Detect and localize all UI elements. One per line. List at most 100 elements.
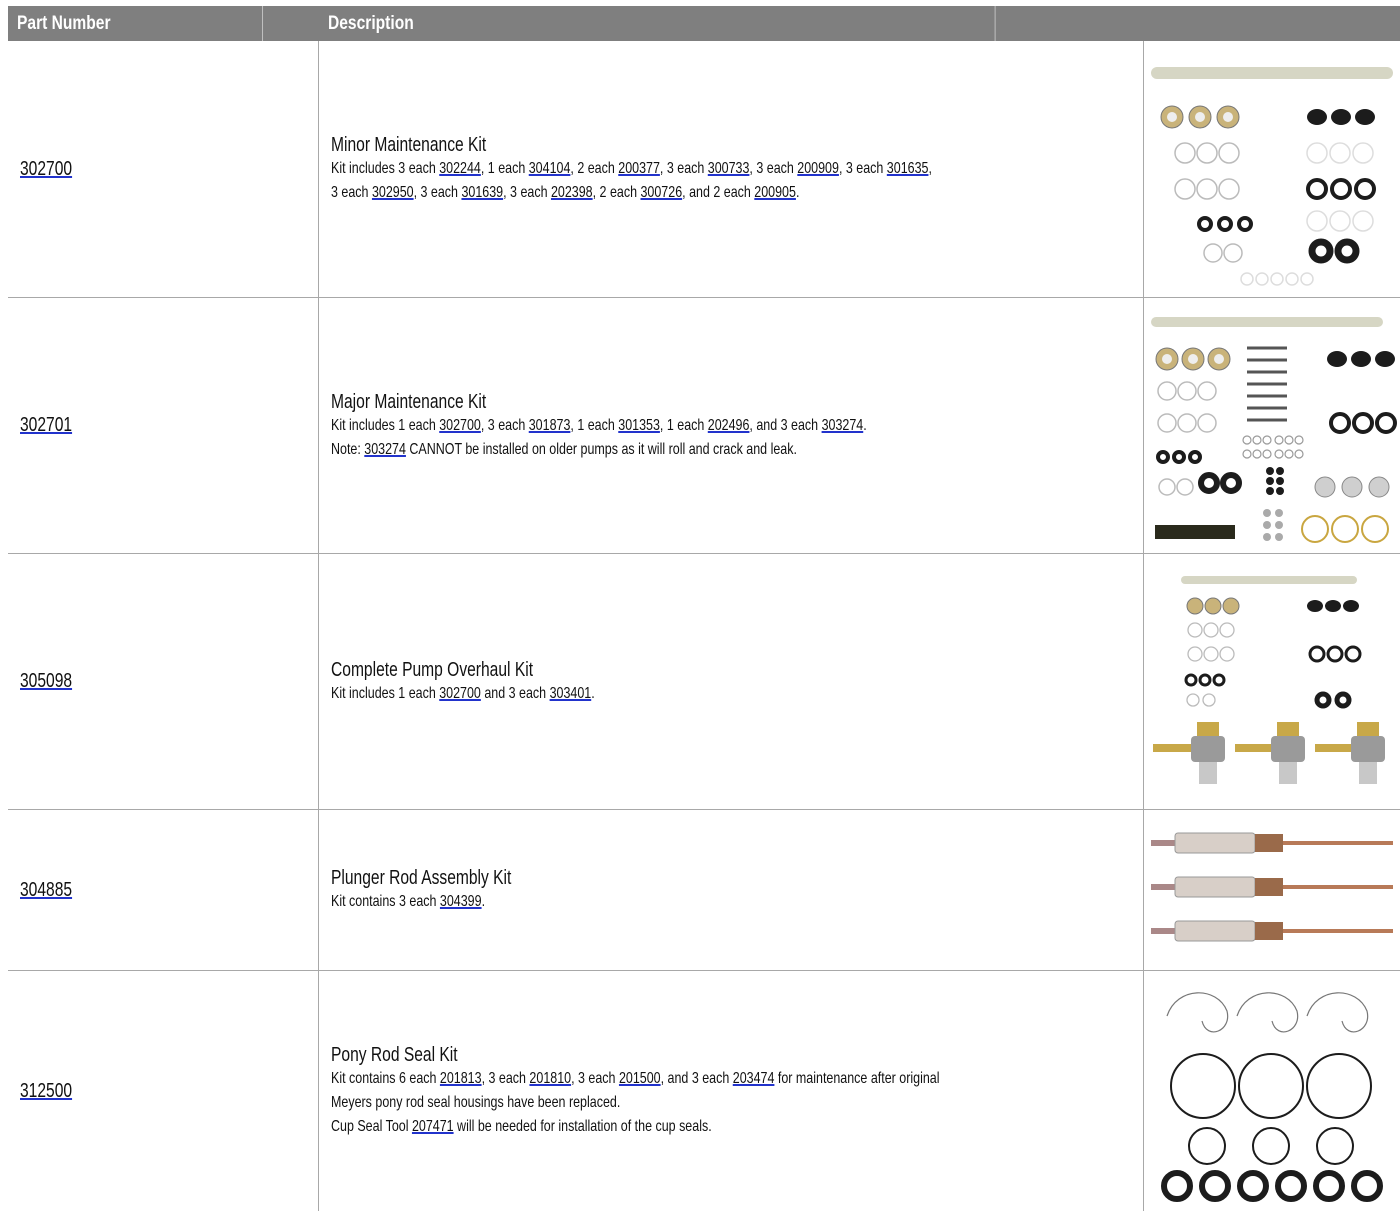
part-reference-link[interactable]: 200909 <box>797 160 839 177</box>
part-reference-link[interactable]: 303401 <box>550 685 592 702</box>
header-description: Description <box>319 6 996 41</box>
description-line: Meyers pony rod seal housings have been … <box>331 1091 964 1115</box>
description-text: 3 each <box>331 184 372 201</box>
part-reference-link[interactable]: 302244 <box>439 160 481 177</box>
kit-image-cell <box>1144 971 1400 1211</box>
description-text: , 3 each <box>659 160 708 177</box>
kit-image-cell <box>1144 298 1400 553</box>
part-reference-link[interactable]: 201813 <box>440 1070 482 1087</box>
description-lines: Kit includes 1 each 302700, 3 each 30187… <box>331 414 964 462</box>
description-lines: Kit includes 1 each 302700 and 3 each 30… <box>331 682 964 706</box>
plunger-rod-image <box>1151 832 1393 942</box>
part-reference-link[interactable]: 301353 <box>618 417 660 434</box>
description-line: Kit includes 1 each 302700 and 3 each 30… <box>331 682 964 706</box>
description-text: CANNOT be installed on older pumps as it… <box>405 440 797 458</box>
description: Complete Pump Overhaul Kit Kit includes … <box>331 658 964 706</box>
description-line: 3 each 302950, 3 each 301639, 3 each 202… <box>331 181 964 205</box>
valve-parts <box>1153 721 1385 784</box>
description-text: Cup Seal Tool <box>331 1118 412 1135</box>
part-reference-link[interactable]: 203474 <box>733 1070 775 1087</box>
description-text: , and 2 each <box>682 184 755 201</box>
description-text: , 2 each <box>570 160 619 177</box>
description-text: and 3 each <box>480 684 550 702</box>
description-text: , 3 each <box>571 1070 619 1087</box>
table-row: 312500 Pony Rod Seal Kit Kit contains 6 … <box>8 971 1400 1211</box>
part-reference-link[interactable]: 201500 <box>619 1070 661 1087</box>
o-ring-kit-image <box>1151 67 1393 286</box>
part-reference-link[interactable]: 207471 <box>412 1118 454 1135</box>
description-text: , 3 each <box>413 184 462 201</box>
part-reference-link[interactable]: 301873 <box>529 417 571 434</box>
part-reference-link[interactable]: 302700 <box>439 417 481 434</box>
part-reference-link[interactable]: 304104 <box>529 160 571 177</box>
part-reference-link[interactable]: 303274 <box>364 441 406 458</box>
description-line: Kit contains 3 each 304399. <box>331 890 964 914</box>
kit-title: Pony Rod Seal Kit <box>331 1044 458 1066</box>
part-number-cell: 305098 <box>8 554 319 809</box>
part-reference-link[interactable]: 200905 <box>754 184 796 201</box>
part-number-link[interactable]: 305098 <box>20 670 72 693</box>
part-reference-link[interactable]: 302950 <box>372 184 414 201</box>
description-text: Kit includes 3 each <box>331 160 440 177</box>
description-text: , 1 each <box>570 416 619 434</box>
description-text: , 3 each <box>481 1070 530 1087</box>
description-text: for maintenance after original <box>774 1070 940 1087</box>
part-number-cell: 302701 <box>8 298 319 553</box>
part-reference-link[interactable]: 300733 <box>708 160 750 177</box>
part-number-link[interactable]: 302700 <box>20 158 72 181</box>
description-text: . <box>481 893 486 910</box>
pony-rod-seal-image <box>1161 992 1383 1202</box>
description-lines: Kit contains 6 each 201813, 3 each 20181… <box>331 1067 964 1139</box>
description-text: Kit includes 1 each <box>331 416 440 434</box>
description: Minor Maintenance Kit Kit includes 3 eac… <box>331 133 964 205</box>
kit-image-cell <box>1144 554 1400 809</box>
part-reference-link[interactable]: 304399 <box>440 893 482 910</box>
description-cell: Major Maintenance Kit Kit includes 1 eac… <box>319 298 1144 553</box>
description-line: Kit includes 3 each 302244, 1 each 30410… <box>331 157 964 181</box>
kit-image-cell <box>1144 810 1400 970</box>
description-line: Kit contains 6 each 201813, 3 each 20181… <box>331 1067 964 1091</box>
description-text: , 3 each <box>838 160 887 177</box>
part-number-link[interactable]: 312500 <box>20 1080 72 1103</box>
description: Pony Rod Seal Kit Kit contains 6 each 20… <box>331 1043 964 1139</box>
part-reference-link[interactable]: 300726 <box>640 184 682 201</box>
part-reference-link[interactable]: 201810 <box>529 1070 571 1087</box>
description-text: , 3 each <box>749 160 798 177</box>
part-number-cell: 302700 <box>8 41 319 297</box>
description-text: Kit contains 6 each <box>331 1070 440 1087</box>
description-text: Meyers pony rod seal housings have been … <box>331 1094 621 1111</box>
description-text: , and 3 each <box>749 416 822 434</box>
header-image <box>1144 6 1354 41</box>
part-reference-link[interactable]: 202496 <box>708 417 750 434</box>
description-text: . <box>795 184 800 201</box>
parts-table: Part Number Description 302700 Minor Mai… <box>8 6 1400 1211</box>
description-text: . <box>863 416 867 434</box>
description-cell: Plunger Rod Assembly Kit Kit contains 3 … <box>319 810 1144 970</box>
part-reference-link[interactable]: 202398 <box>551 184 593 201</box>
kit-title: Complete Pump Overhaul Kit <box>331 658 534 681</box>
description-text: , <box>928 160 932 177</box>
part-reference-link[interactable]: 302700 <box>439 685 481 702</box>
description-text: , 3 each <box>503 184 551 201</box>
description-text: Kit includes 1 each <box>331 684 440 702</box>
part-reference-link[interactable]: 301639 <box>461 184 503 201</box>
part-number-cell: 312500 <box>8 971 319 1211</box>
description: Major Maintenance Kit Kit includes 1 eac… <box>331 390 964 462</box>
kit-title: Plunger Rod Assembly Kit <box>331 867 512 889</box>
part-reference-link[interactable]: 200377 <box>618 160 660 177</box>
description-cell: Complete Pump Overhaul Kit Kit includes … <box>319 554 1144 809</box>
description-text: , and 3 each <box>660 1070 733 1087</box>
table-header: Part Number Description <box>8 6 1400 41</box>
part-reference-link[interactable]: 303274 <box>822 417 864 434</box>
description-text: Kit contains 3 each <box>331 893 440 910</box>
table-row: 305098 Complete Pump Overhaul Kit Kit in… <box>8 554 1400 810</box>
major-kit-image <box>1151 317 1397 543</box>
description-text: Note: <box>331 440 365 458</box>
kit-image-cell <box>1144 41 1400 297</box>
description-text: , 1 each <box>480 160 529 177</box>
part-number-link[interactable]: 302701 <box>20 414 72 437</box>
kit-title: Major Maintenance Kit <box>331 390 487 413</box>
part-number-link[interactable]: 304885 <box>20 879 72 902</box>
description-lines: Kit contains 3 each 304399. <box>331 890 964 914</box>
part-reference-link[interactable]: 301635 <box>887 160 929 177</box>
